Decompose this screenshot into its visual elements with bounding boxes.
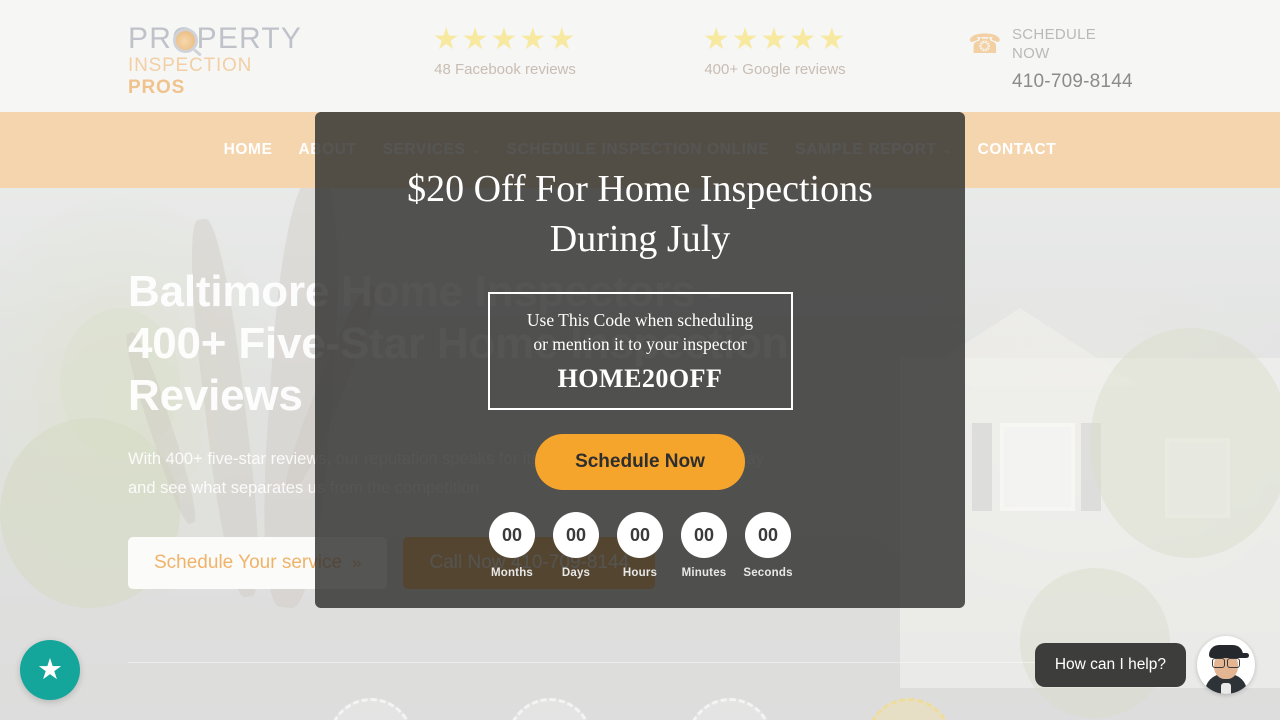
certification-seal-row: ASSOCIATION OF CERTIFIED INSPECTORS PROF… <box>128 698 1152 720</box>
countdown-label-seconds: Seconds <box>743 567 793 579</box>
nav-item-home-label: HOME <box>223 141 273 158</box>
countdown-label-hours: Hours <box>622 567 658 579</box>
promo-code-instruction-line-2: or mention it to your inspector <box>533 334 747 354</box>
facebook-reviews-label: 48 Facebook reviews <box>434 61 576 78</box>
chat-widget[interactable]: How can I help? <box>1034 636 1255 694</box>
facebook-reviews-block[interactable]: ★★★★★ 48 Facebook reviews <box>390 23 620 79</box>
countdown-value-seconds: 00 <box>745 512 791 558</box>
logo-pros-text: PROS <box>128 77 186 98</box>
nav-item-contact-label: CONTACT <box>977 141 1057 158</box>
certification-seal: PROFESSIONAL INSPECTOR <box>507 698 594 720</box>
avatar-glasses <box>1211 658 1241 668</box>
phone-icon: ☎ <box>968 29 1002 59</box>
hero-divider <box>128 662 1152 663</box>
logo-line-primary: PROPERTY <box>128 22 303 55</box>
site-header: PROPERTY INSPECTION PROS ★★★★★ 48 Facebo… <box>0 0 1280 112</box>
promo-code-box: Use This Code when scheduling or mention… <box>487 292 793 410</box>
google-reviews-block[interactable]: ★★★★★ 400+ Google reviews <box>660 23 890 79</box>
site-logo[interactable]: PROPERTY INSPECTION PROS <box>128 22 303 99</box>
logo-line-secondary: INSPECTION PROS <box>128 55 303 99</box>
page-root: PROPERTY INSPECTION PROS ★★★★★ 48 Facebo… <box>0 0 1280 720</box>
countdown-unit-months: 00 Months <box>485 512 539 579</box>
google-reviews-label: 400+ Google reviews <box>704 61 846 78</box>
certification-seal: ISSUED BY THE BOARD <box>865 698 952 720</box>
countdown-value-days: 00 <box>553 512 599 558</box>
promo-code-instruction-line-1: Use This Code when scheduling <box>526 310 754 330</box>
chat-prompt-bubble[interactable]: How can I help? <box>1034 643 1186 687</box>
countdown-value-minutes: 00 <box>681 512 727 558</box>
avatar-shirt <box>1221 683 1231 694</box>
countdown-value-months: 00 <box>489 512 535 558</box>
google-star-rating-icon: ★★★★★ <box>702 23 848 56</box>
countdown-unit-hours: 00 Hours <box>613 512 667 579</box>
countdown-label-days: Days <box>561 567 591 579</box>
promo-modal[interactable]: $20 Off For Home Inspections During July… <box>315 112 965 608</box>
magnifying-glass-icon <box>173 28 198 53</box>
nav-item-contact[interactable]: CONTACT <box>978 141 1057 159</box>
logo-inspection-text: INSPECTION <box>128 55 253 76</box>
star-icon: ★ <box>37 653 63 686</box>
nav-item-home[interactable]: HOME <box>224 141 273 159</box>
promo-code-value[interactable]: HOME20OFF <box>500 364 781 394</box>
schedule-now-label: SCHEDULE NOW <box>1012 26 1097 62</box>
modal-schedule-now-button[interactable]: Schedule Now <box>535 434 745 490</box>
avatar[interactable] <box>1197 636 1255 694</box>
certification-seal: ASSOCIATION OF CERTIFIED INSPECTORS <box>328 698 414 720</box>
countdown-timer: 00 Months 00 Days 00 Hours 00 Minutes 00… <box>315 512 965 579</box>
facebook-star-rating-icon: ★★★★★ <box>432 23 578 56</box>
countdown-label-months: Months <box>490 567 534 579</box>
certification-seal: ASSOCIATION MEMBER <box>686 698 773 720</box>
countdown-unit-days: 00 Days <box>549 512 603 579</box>
countdown-value-hours: 00 <box>617 512 663 558</box>
review-widget-button[interactable]: ★ <box>20 640 80 700</box>
countdown-unit-minutes: 00 Minutes <box>677 512 731 579</box>
header-phone-number[interactable]: 410-709-8144 <box>1012 71 1133 93</box>
schedule-your-service-label: Schedule Your service <box>154 552 343 573</box>
avatar-cap <box>1209 645 1249 658</box>
countdown-unit-seconds: 00 Seconds <box>741 512 795 579</box>
countdown-label-minutes: Minutes <box>681 567 727 579</box>
promo-modal-title: $20 Off For Home Inspections During July <box>407 168 873 260</box>
